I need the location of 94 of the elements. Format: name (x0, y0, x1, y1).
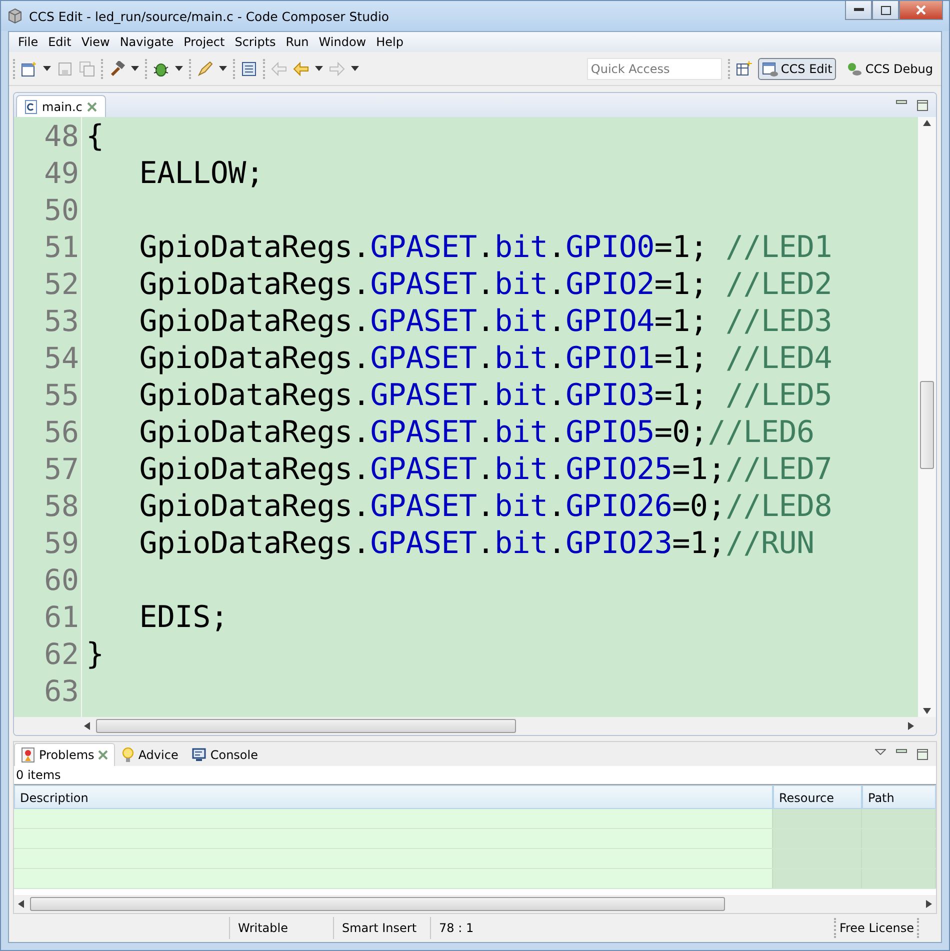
code-line: GpioDataRegs.GPASET.bit.GPIO3=1; //LED5 (138, 377, 834, 414)
menu-item[interactable]: View (76, 35, 115, 49)
code-line: GpioDataRegs.GPASET.bit.GPIO4=1; //LED3 (138, 303, 834, 340)
dropdown-caret-icon[interactable] (315, 66, 323, 71)
view-tab[interactable]: Problems (14, 743, 116, 766)
line-number: 49 (43, 155, 80, 192)
status-text: Writable (229, 917, 333, 939)
scrollbar-thumb[interactable] (96, 719, 516, 733)
menu-item[interactable]: Edit (43, 35, 76, 49)
menu-item[interactable]: Project (178, 35, 230, 49)
dropdown-caret-icon[interactable] (175, 66, 183, 71)
line-number: 53 (43, 303, 80, 340)
line-number: 54 (43, 340, 80, 377)
maximize-icon[interactable] (917, 748, 928, 760)
view-tab[interactable]: Console (185, 743, 265, 766)
line-number: 59 (43, 525, 80, 562)
maximize-button[interactable] (872, 1, 899, 20)
close-icon[interactable] (87, 102, 98, 112)
maximize-icon[interactable] (917, 100, 928, 110)
menu-item[interactable]: Scripts (230, 35, 281, 49)
minimize-icon[interactable] (896, 100, 907, 104)
item-count: 0 items (15, 767, 62, 784)
monitor-icon (192, 748, 206, 762)
view-tab[interactable]: Advice (115, 743, 186, 766)
c-file-icon (25, 100, 37, 114)
line-number: 56 (43, 414, 80, 451)
close-button[interactable] (899, 1, 943, 20)
column-header[interactable]: Description (14, 785, 773, 809)
line-number: 55 (43, 377, 80, 414)
column-header[interactable]: Resource (773, 785, 862, 809)
scrollbar-thumb[interactable] (920, 381, 934, 469)
menu-item[interactable]: Help (371, 35, 408, 49)
line-number: 63 (43, 673, 80, 710)
code-line: EALLOW; (138, 155, 265, 192)
window-title: CCS Edit - led_run/source/main.c - Code Composer Studio (29, 8, 390, 24)
scroll-left-icon[interactable] (84, 722, 90, 730)
menu-item[interactable]: Window (314, 35, 372, 49)
line-number: 51 (43, 229, 80, 266)
code-line: GpioDataRegs.GPASET.bit.GPIO5=0;//LED6 (138, 414, 816, 451)
line-number: 62 (43, 636, 80, 673)
dropdown-caret-icon[interactable] (351, 66, 359, 71)
view-menu-icon[interactable] (875, 748, 886, 754)
dropdown-caret-icon[interactable] (219, 66, 227, 71)
code-line: GpioDataRegs.GPASET.bit.GPIO2=1; //LED2 (138, 266, 834, 303)
perspective-button[interactable]: CCS Debug (842, 58, 937, 80)
code-line: GpioDataRegs.GPASET.bit.GPIO23=1;//RUN (138, 525, 816, 562)
line-number: 57 (43, 451, 80, 488)
column-header[interactable]: Path (862, 785, 936, 809)
perspective-button[interactable]: CCS Edit (758, 58, 836, 80)
maximize-icon (880, 6, 890, 14)
code-line: GpioDataRegs.GPASET.bit.GPIO25=1;//LED7 (138, 451, 834, 488)
pencil-icon[interactable] (197, 60, 213, 76)
code-line: } (86, 636, 105, 673)
code-line: GpioDataRegs.GPASET.bit.GPIO26=0;//LED8 (138, 488, 834, 525)
code-line: { (86, 118, 105, 155)
menu-item[interactable]: File (13, 35, 44, 49)
minimize-icon[interactable] (896, 748, 907, 754)
line-number: 60 (43, 562, 80, 599)
minimize-icon (854, 8, 864, 12)
line-number: 61 (43, 599, 80, 636)
problems-icon (21, 747, 35, 763)
close-icon[interactable] (98, 750, 108, 760)
code-line: GpioDataRegs.GPASET.bit.GPIO1=1; //LED4 (138, 340, 834, 377)
scroll-left-icon[interactable] (18, 900, 24, 908)
close-icon (916, 5, 926, 15)
line-number: 52 (43, 266, 80, 303)
quick-access-field[interactable]: Quick Access (586, 58, 722, 80)
document-icon[interactable] (241, 60, 257, 76)
code-line: GpioDataRegs.GPASET.bit.GPIO0=1; //LED1 (138, 229, 834, 266)
cube-icon (7, 8, 23, 24)
lightbulb-icon (122, 747, 134, 763)
line-number: 48 (43, 118, 80, 155)
scroll-right-icon[interactable] (908, 722, 914, 730)
minimize-button[interactable] (845, 1, 872, 20)
scrollbar-thumb[interactable] (30, 897, 725, 911)
menu-item[interactable]: Navigate (114, 35, 179, 49)
editor-tab[interactable]: main.c (16, 95, 106, 117)
scroll-down-icon[interactable] (923, 708, 931, 714)
dropdown-caret-icon[interactable] (131, 66, 139, 71)
status-text: Smart Insert (333, 917, 430, 939)
code-line: EDIS; (138, 599, 230, 636)
line-number: 50 (43, 192, 80, 229)
line-number: 58 (43, 488, 80, 525)
back-arrow-icon[interactable] (293, 60, 309, 76)
dropdown-caret-icon[interactable] (43, 66, 51, 71)
scroll-up-icon[interactable] (923, 120, 931, 126)
new-file-icon[interactable] (21, 60, 37, 76)
menu-item[interactable]: Run (280, 35, 314, 49)
open-perspective-icon[interactable] (736, 60, 752, 76)
editor-window-icon (762, 60, 778, 76)
status-text: 78 : 1 (430, 917, 520, 939)
status-text: Free License (834, 918, 919, 938)
hammer-icon[interactable] (109, 60, 125, 76)
scroll-right-icon[interactable] (926, 900, 932, 908)
